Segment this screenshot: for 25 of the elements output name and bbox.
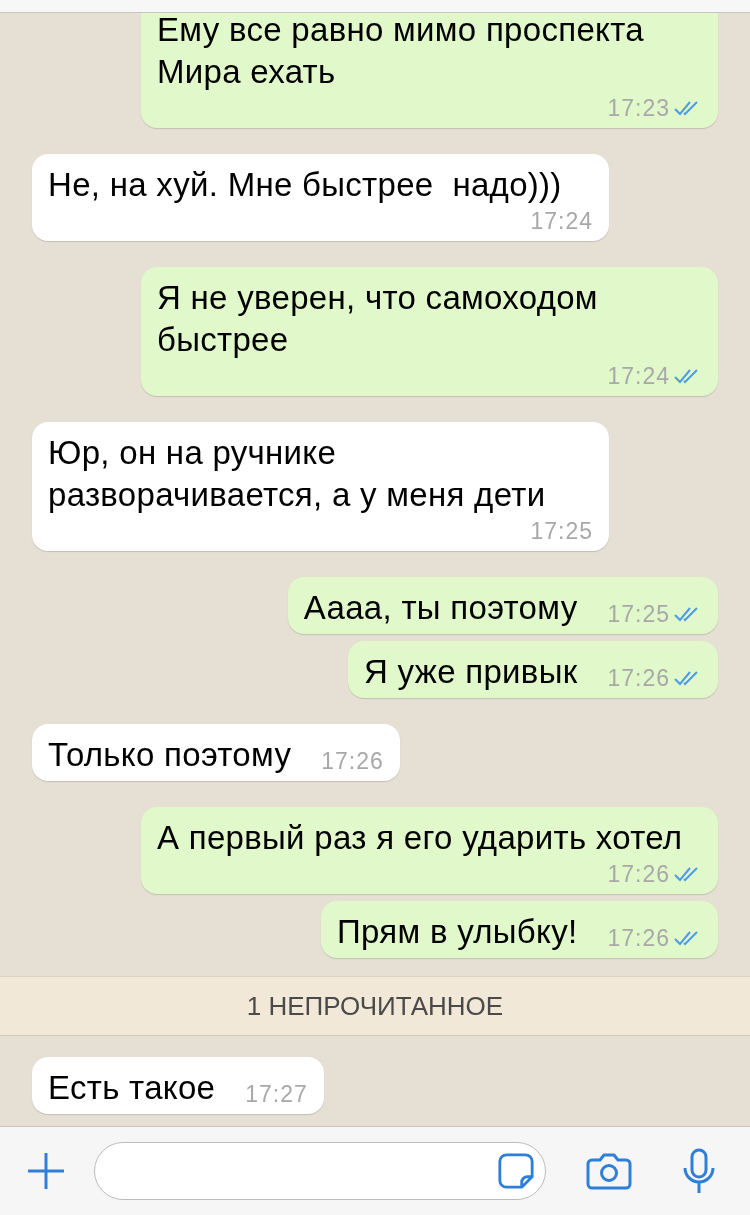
message-time: 17:25 [530,517,593,545]
message-time: 17:26 [607,860,670,888]
camera-icon[interactable] [586,1152,632,1190]
microphone-icon[interactable] [682,1148,716,1194]
message-time: 17:26 [607,664,670,692]
message-time: 17:26 [321,747,384,775]
message-text: А первый раз я его ударить хотел [157,818,684,858]
message-text: Ему все равно мимо проспекта Мира ехать [157,13,645,92]
message-text: Не, на хуй. Мне быстрее надо))) [48,165,563,205]
message-text: Прям в улыбку! [337,912,578,952]
message-time: 17:25 [607,600,670,628]
message-time: 17:24 [530,207,593,235]
message-text: Юр, он на ручнике разворачивается, а у меня дети [48,433,547,515]
message-text: Я уже привык [364,652,578,692]
message-text: Есть такое [48,1068,216,1108]
message-time: 17:24 [607,362,670,390]
unread-banner: 1 НЕПРОЧИТАННОЕ [0,976,750,1036]
message-text: Аааа, ты поэтому [303,588,578,628]
sticker-icon[interactable] [497,1152,535,1190]
plus-icon[interactable] [26,1151,66,1191]
message-text: Я не уверен, что самоходом быстрее [157,278,599,360]
message-time: 17:26 [607,924,670,952]
message-text: Только поэтому [48,735,292,775]
message-time: 17:27 [245,1080,308,1108]
message-time: 17:23 [607,94,670,122]
